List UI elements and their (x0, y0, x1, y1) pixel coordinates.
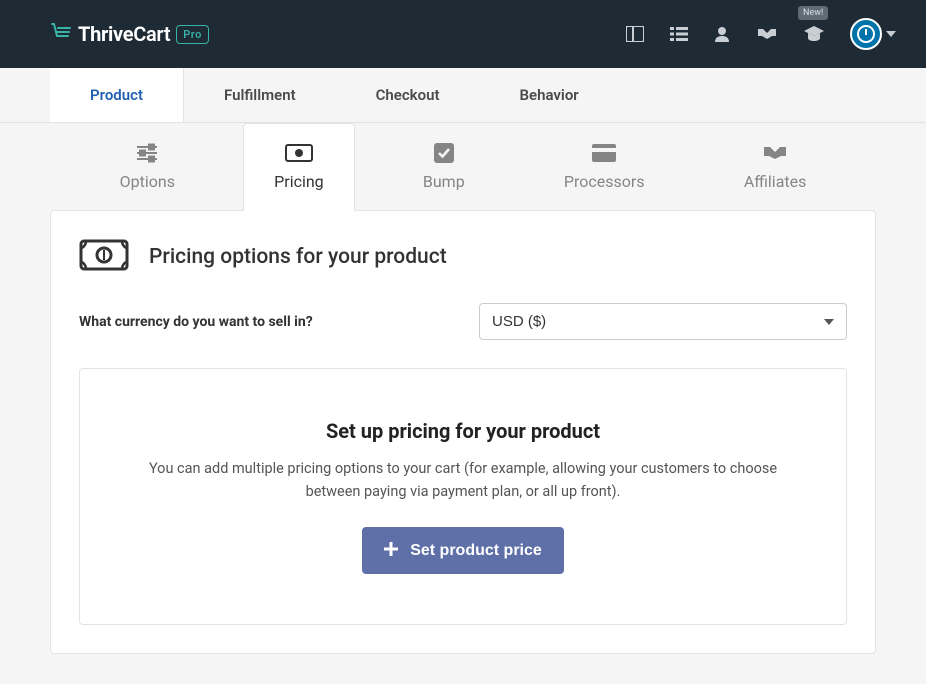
sub-tabs: Options Pricing Bump Processors Affiliat… (50, 123, 876, 210)
avatar (850, 18, 882, 50)
subtab-options[interactable]: Options (89, 123, 206, 210)
affiliates-icon (744, 142, 807, 164)
container: Options Pricing Bump Processors Affiliat… (0, 123, 926, 684)
main-tabs: Product Fulfillment Checkout Behavior (0, 68, 926, 123)
panel-header: Pricing options for your product (79, 239, 847, 275)
money-icon (274, 142, 324, 164)
plus-icon (384, 540, 398, 561)
tab-checkout[interactable]: Checkout (336, 68, 480, 122)
subtab-affiliates[interactable]: Affiliates (713, 123, 838, 210)
logo-text: ThriveCart (78, 22, 170, 46)
sliders-icon (120, 142, 175, 164)
tab-behavior[interactable]: Behavior (480, 68, 619, 122)
set-product-price-button[interactable]: Set product price (362, 527, 564, 574)
setup-title: Set up pricing for your product (120, 419, 806, 443)
subtab-label: Bump (423, 172, 465, 191)
list-icon[interactable] (670, 27, 688, 41)
subtab-label: Pricing (274, 172, 324, 191)
handshake-icon[interactable] (756, 27, 778, 41)
card-icon (564, 142, 645, 164)
tab-product[interactable]: Product (50, 68, 184, 122)
button-label: Set product price (410, 542, 542, 560)
topbar-icons: New! (626, 18, 896, 50)
pricing-panel: Pricing options for your product What cu… (50, 210, 876, 654)
tab-fulfillment[interactable]: Fulfillment (184, 68, 336, 122)
currency-select[interactable]: USD ($) (479, 303, 847, 340)
subtab-processors[interactable]: Processors (533, 123, 676, 210)
currency-label: What currency do you want to sell in? (79, 314, 459, 330)
currency-row: What currency do you want to sell in? US… (79, 303, 847, 340)
pro-badge: Pro (176, 25, 209, 44)
subtab-label: Affiliates (744, 172, 807, 191)
money-bill-icon (79, 239, 129, 275)
logo[interactable]: ThriveCart Pro (50, 22, 209, 46)
logo-mark-icon (50, 22, 72, 46)
subtab-label: Processors (564, 172, 645, 191)
topbar: ThriveCart Pro New! (0, 0, 926, 68)
setup-pricing-box: Set up pricing for your product You can … (79, 368, 847, 625)
setup-description: You can add multiple pricing options to … (133, 457, 793, 503)
subtab-label: Options (120, 172, 175, 191)
user-icon[interactable] (714, 26, 730, 42)
layout-icon[interactable] (626, 26, 644, 42)
graduation-icon[interactable]: New! (804, 26, 824, 42)
new-badge: New! (798, 6, 828, 20)
subtab-bump[interactable]: Bump (392, 123, 496, 210)
user-menu[interactable] (850, 18, 896, 50)
panel-title: Pricing options for your product (149, 245, 447, 269)
checkbox-icon (423, 142, 465, 164)
chevron-down-icon (886, 29, 896, 40)
subtab-pricing[interactable]: Pricing (243, 123, 355, 211)
